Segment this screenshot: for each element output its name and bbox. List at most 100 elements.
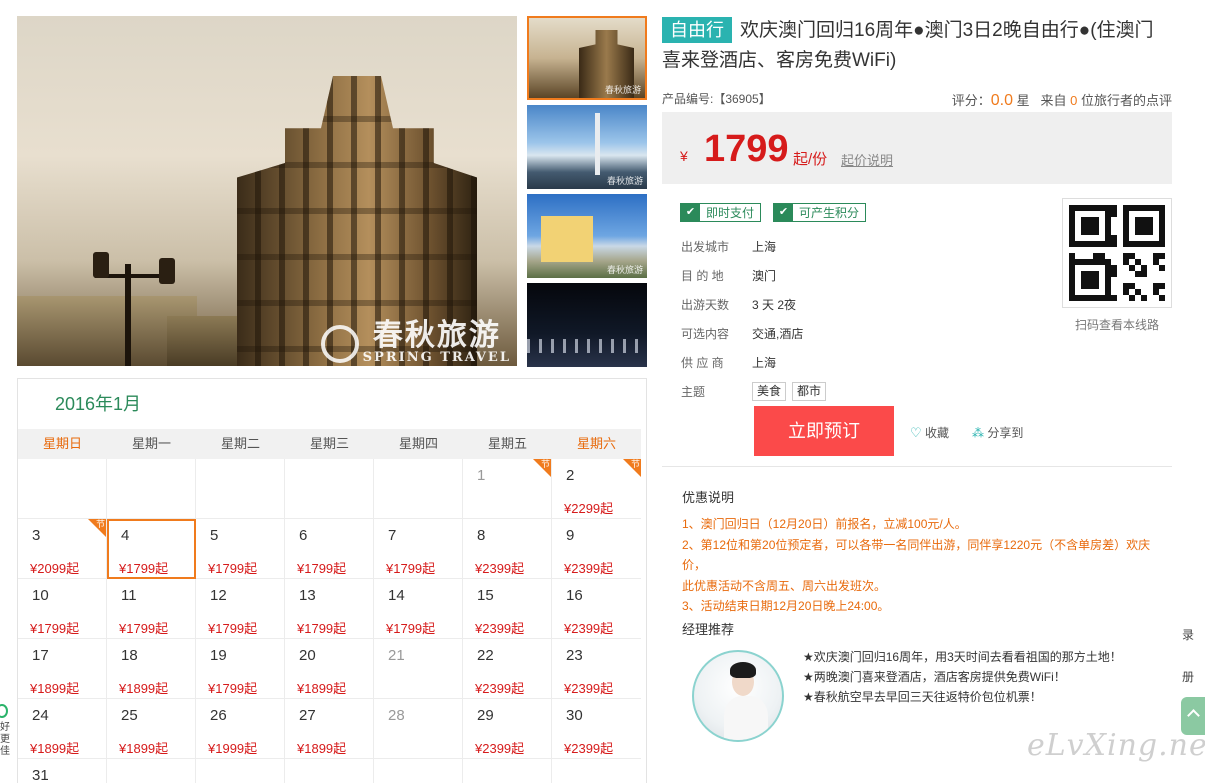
- day-price: ¥1899起: [119, 741, 169, 756]
- share-button[interactable]: ⁂ 分享到: [972, 424, 1023, 441]
- day-price: ¥2099起: [30, 561, 80, 576]
- calendar-day-cell[interactable]: 17 ¥1899起: [18, 639, 107, 699]
- calendar-day-cell[interactable]: 26 ¥1999起: [196, 699, 285, 759]
- calendar-day-cell: [196, 459, 285, 519]
- day-price: ¥1899起: [297, 681, 347, 696]
- day-number: 7: [388, 527, 397, 544]
- day-number: 10: [32, 587, 49, 604]
- weekday-header: 星期五: [463, 429, 552, 459]
- price-box: ¥ 1799 起/份 起价说明: [662, 112, 1172, 184]
- calendar-day-cell[interactable]: 2 ¥2299起 节: [552, 459, 641, 519]
- side-toolbar-label[interactable]: 册: [1182, 668, 1194, 685]
- calendar-day-cell: 21: [374, 639, 463, 699]
- festival-corner-icon: 节: [533, 459, 551, 477]
- calendar-day-cell[interactable]: 11 ¥1799起: [107, 579, 196, 639]
- weekday-header: 星期二: [196, 429, 285, 459]
- day-price: ¥2399起: [564, 741, 614, 756]
- day-number: 23: [566, 647, 583, 664]
- calendar-day-cell[interactable]: 5 ¥1799起: [196, 519, 285, 579]
- day-number: 28: [388, 707, 405, 724]
- day-price: ¥1999起: [208, 741, 258, 756]
- day-number: 19: [210, 647, 227, 664]
- product-info: 自由行 欢庆澳门回归16周年●澳门3日2晚自由行●(住澳门喜来登酒店、客房免费Wi…: [662, 16, 1172, 184]
- thumbnail-2[interactable]: 春秋旅游: [527, 105, 647, 189]
- share-label: 分享到: [987, 426, 1024, 440]
- attr-value: 澳门: [752, 269, 777, 283]
- calendar-day-cell[interactable]: 23 ¥2399起: [552, 639, 641, 699]
- calendar-day-cell[interactable]: 12 ¥1799起: [196, 579, 285, 639]
- day-number: 3: [32, 527, 41, 544]
- calendar-day-cell[interactable]: 13 ¥1799起: [285, 579, 374, 639]
- calendar-day-cell: [196, 759, 285, 783]
- calendar-day-cell[interactable]: 27 ¥1899起: [285, 699, 374, 759]
- calendar-month-title: 2016年1月: [55, 394, 142, 414]
- day-number: 8: [477, 527, 486, 544]
- weekday-header: 星期日: [18, 429, 107, 459]
- favorite-button[interactable]: ♡ 收藏: [910, 424, 949, 441]
- price-calendar: 2016年1月 星期日 星期一 星期二 星期三 星期四 星期五 星期六 1 节 2 ¥2299起节 3…: [17, 378, 647, 783]
- back-to-top-button[interactable]: [1181, 697, 1205, 735]
- thumbnail-4[interactable]: [527, 283, 647, 367]
- calendar-day-cell[interactable]: 6 ¥1799起: [285, 519, 374, 579]
- day-number: 14: [388, 587, 405, 604]
- review-prefix: 来自: [1040, 93, 1067, 108]
- calendar-day-cell[interactable]: 30 ¥2399起: [552, 699, 641, 759]
- book-now-button[interactable]: 立即预订: [754, 406, 894, 456]
- side-toolbar-label[interactable]: 录: [1182, 626, 1194, 643]
- theme-chip[interactable]: 都市: [792, 382, 827, 401]
- calendar-day-cell: 31: [18, 759, 107, 783]
- day-price: ¥1799起: [297, 561, 347, 576]
- day-price: ¥2399起: [475, 561, 525, 576]
- calendar-day-cell[interactable]: 20 ¥1899起: [285, 639, 374, 699]
- calendar-day-cell[interactable]: 14 ¥1799起: [374, 579, 463, 639]
- calendar-day-cell[interactable]: 16 ¥2399起: [552, 579, 641, 639]
- thumbnail-3[interactable]: 春秋旅游: [527, 194, 647, 278]
- feedback-icon[interactable]: [0, 704, 8, 718]
- day-number: 22: [477, 647, 494, 664]
- free-travel-tag: 自由行: [662, 17, 732, 43]
- price-explanation-link[interactable]: 起价说明: [841, 150, 893, 169]
- calendar-day-cell[interactable]: 9 ¥2399起: [552, 519, 641, 579]
- manager-avatar: [692, 650, 784, 742]
- day-number: 9: [566, 527, 575, 544]
- calendar-day-cell[interactable]: 3 ¥2099起 节: [18, 519, 107, 579]
- promo-line: 2、第12位和第20位预定者，可以各带一名同伴出游，同伴享1220元（不含单房差…: [682, 537, 1151, 573]
- thumbnail-1[interactable]: 春秋旅游: [527, 16, 647, 100]
- review-count[interactable]: 0: [1070, 93, 1077, 108]
- day-number: 18: [121, 647, 138, 664]
- calendar-day-cell[interactable]: 29 ¥2399起: [463, 699, 552, 759]
- day-number: 1: [477, 467, 486, 484]
- calendar-day-cell[interactable]: 8 ¥2399起: [463, 519, 552, 579]
- day-price: ¥2399起: [564, 561, 614, 576]
- attr-key: 可选内容: [681, 327, 730, 341]
- thumbnail-strip: 春秋旅游 春秋旅游 春秋旅游: [527, 16, 647, 372]
- calendar-day-cell[interactable]: 7 ¥1799起: [374, 519, 463, 579]
- share-icon: ⁂: [972, 426, 984, 440]
- calendar-grid: 星期日 星期一 星期二 星期三 星期四 星期五 星期六 1 节 2 ¥2299起节 3 ¥2099起节 4…: [18, 429, 646, 783]
- feedback-label[interactable]: 好更佳: [0, 722, 10, 758]
- theme-chip[interactable]: 美食: [752, 382, 787, 401]
- calendar-day-cell: [374, 459, 463, 519]
- weekday-header: 星期三: [285, 429, 374, 459]
- day-price: ¥1799起: [208, 621, 258, 636]
- rating: 评分：0.0 星 来自 0 位旅行者的点评: [952, 90, 1172, 110]
- weekday-header: 星期四: [374, 429, 463, 459]
- calendar-day-cell[interactable]: 19 ¥1799起: [196, 639, 285, 699]
- day-number: 6: [299, 527, 308, 544]
- avatar-body: [724, 696, 768, 740]
- product-attributes: 出发城市 上海 目 的 地澳门 出游天数 3 天 2夜 可选内容 交通,酒店 供 应 …: [681, 232, 832, 406]
- calendar-day-cell[interactable]: 18 ¥1899起: [107, 639, 196, 699]
- calendar-day-cell[interactable]: 24 ¥1899起: [18, 699, 107, 759]
- calendar-day-cell[interactable]: 4 ¥1799起: [107, 519, 196, 579]
- thumb-watermark: 春秋旅游: [604, 86, 641, 96]
- calendar-day-cell[interactable]: 25 ¥1899起: [107, 699, 196, 759]
- calendar-day-cell[interactable]: 10 ¥1799起: [18, 579, 107, 639]
- calendar-day-cell[interactable]: 15 ¥2399起: [463, 579, 552, 639]
- calendar-day-cell[interactable]: 22 ¥2399起: [463, 639, 552, 699]
- qr-code: [1062, 198, 1172, 308]
- manager-title: 经理推荐: [682, 622, 735, 637]
- calendar-day-cell: [374, 759, 463, 783]
- attr-theme: 主题 美食 都市: [681, 377, 832, 406]
- promo-list: 1、澳门回归日（12月20日）前报名，立减100元/人。 2、第12位和第20位…: [682, 514, 1172, 617]
- festival-corner-icon: 节: [623, 459, 641, 477]
